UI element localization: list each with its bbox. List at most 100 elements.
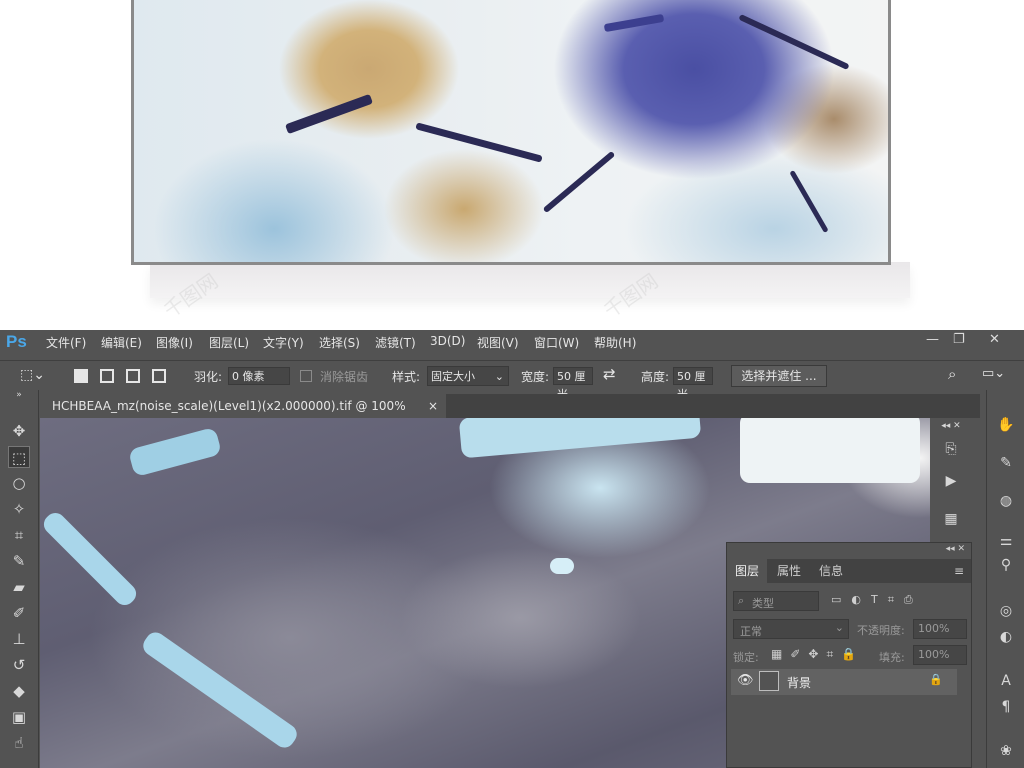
character-icon[interactable]: A xyxy=(995,670,1017,692)
tab-info[interactable]: 信息 xyxy=(811,559,851,583)
lock-icon: 🔒 xyxy=(929,673,943,686)
menubar: Ps 文件(F) 编辑(E) 图像(I) 图层(L) 文字(Y) 选择(S) 滤… xyxy=(0,330,1024,354)
height-input[interactable]: 50 厘米 xyxy=(673,367,713,401)
artwork-branch xyxy=(415,122,543,163)
fill-label: 填充: xyxy=(879,651,905,664)
subtract-selection-icon[interactable] xyxy=(126,369,140,383)
history-brush-tool[interactable]: ↺ xyxy=(8,654,30,676)
restore-button[interactable]: ❐ xyxy=(953,332,965,347)
artwork-preview: 千图网 千图网 xyxy=(0,0,1024,330)
tab-properties[interactable]: 属性 xyxy=(769,559,809,583)
color-palette-icon[interactable]: ◍ xyxy=(995,490,1017,512)
menu-filter[interactable]: 滤镜(T) xyxy=(375,334,416,351)
actions-icon[interactable]: ▶ xyxy=(940,470,962,492)
height-label: 高度: xyxy=(641,370,670,384)
eyedropper-tool[interactable]: ✎ xyxy=(8,550,30,572)
layer-row[interactable]: 👁 背景 🔒 xyxy=(731,669,957,695)
opacity-input[interactable]: 100% xyxy=(913,619,967,639)
eye-icon[interactable]: 👁 xyxy=(737,673,754,688)
lasso-tool[interactable]: ○ xyxy=(8,472,30,494)
search-icon[interactable]: ⌕ xyxy=(948,365,956,383)
menu-file[interactable]: 文件(F) xyxy=(46,334,86,351)
document-tab-bar: HCHBEAA_mz(noise_scale)(Level1)(x2.00000… xyxy=(40,394,980,437)
menu-image[interactable]: 图像(I) xyxy=(156,334,193,351)
fill-input[interactable]: 100% xyxy=(913,645,967,665)
canvas-texture xyxy=(458,418,702,459)
frame-shadow xyxy=(150,262,910,298)
filter-icons[interactable]: ▭◐T⌗⎙ xyxy=(831,593,923,607)
panel-collapse-icon[interactable]: ◂◂ ✕ xyxy=(946,544,965,554)
marquee-tool[interactable]: ⬚ xyxy=(8,446,30,468)
magic-wand-tool[interactable]: ✧ xyxy=(8,498,30,520)
artwork-branch xyxy=(603,13,665,33)
swap-icon[interactable]: ⇄ xyxy=(603,365,616,383)
paths-icon[interactable]: ◐ xyxy=(995,626,1017,648)
collapse-icon[interactable]: » xyxy=(8,390,30,400)
clone-stamp-tool[interactable]: ⊥ xyxy=(8,628,30,650)
healing-brush-tool[interactable]: ▰ xyxy=(8,576,30,598)
close-tab-icon[interactable]: × xyxy=(428,394,438,418)
eraser-tool[interactable]: ◆ xyxy=(8,680,30,702)
framed-artwork xyxy=(131,0,891,265)
menu-help[interactable]: 帮助(H) xyxy=(594,334,636,351)
feather-input[interactable]: 0 像素 xyxy=(228,367,290,385)
artwork-branch xyxy=(789,169,829,234)
select-and-mask-button[interactable]: 选择并遮住 ... xyxy=(731,365,827,387)
artwork-branch xyxy=(285,93,373,135)
canvas-texture xyxy=(139,628,301,752)
swatches-icon[interactable]: ▦ xyxy=(940,508,962,530)
add-selection-icon[interactable] xyxy=(100,369,114,383)
adjustments-icon[interactable]: ⚌ xyxy=(995,530,1017,552)
document-tab[interactable]: HCHBEAA_mz(noise_scale)(Level1)(x2.00000… xyxy=(40,394,446,437)
layer-filter-select[interactable]: ⌕ 类型 xyxy=(733,591,819,611)
canvas-texture xyxy=(740,418,920,483)
menu-layer[interactable]: 图层(L) xyxy=(209,334,249,351)
artwork-branch xyxy=(542,150,616,214)
intersect-selection-icon[interactable] xyxy=(152,369,166,383)
antialias-label: 消除锯齿 xyxy=(320,370,369,384)
style-label: 样式: xyxy=(392,370,421,384)
chevron-down-icon: ⌄ xyxy=(834,621,844,634)
brush-preset-icon[interactable]: ✋ xyxy=(995,414,1017,436)
right-dock: ✋ ✎ ◍ ⚌ ⚲ ◎ ◐ A ¶ ❀ xyxy=(986,390,1024,768)
menu-view[interactable]: 视图(V) xyxy=(477,334,519,351)
canvas-texture xyxy=(40,508,141,610)
brush-settings-icon[interactable]: ✎ xyxy=(995,452,1017,474)
menu-edit[interactable]: 编辑(E) xyxy=(101,334,142,351)
filter-type-label: 类型 xyxy=(752,597,774,610)
antialias-checkbox[interactable] xyxy=(300,370,312,382)
close-button[interactable]: ✕ xyxy=(989,332,1000,347)
layer-name: 背景 xyxy=(787,676,812,690)
paragraph-icon[interactable]: ¶ xyxy=(995,696,1017,718)
tab-layers[interactable]: 图层 xyxy=(727,559,767,583)
crop-tool[interactable]: ⌗ xyxy=(8,524,30,546)
gradient-tool[interactable]: ▣ xyxy=(8,706,30,728)
marquee-preset-icon[interactable]: ⬚⌄ xyxy=(20,367,45,383)
menu-3d[interactable]: 3D(D) xyxy=(430,334,465,348)
menu-window[interactable]: 窗口(W) xyxy=(534,334,579,351)
channels-icon[interactable]: ◎ xyxy=(995,600,1017,622)
blend-mode-value: 正常 xyxy=(740,625,762,638)
move-tool[interactable]: ✥ xyxy=(8,420,30,442)
minimize-button[interactable]: — xyxy=(926,332,939,347)
lock-label: 锁定: xyxy=(733,651,759,664)
lock-icons[interactable]: ▦✐✥⌗🔒 xyxy=(771,647,864,662)
libraries-icon[interactable]: ❀ xyxy=(995,740,1017,762)
width-input[interactable]: 50 厘米 xyxy=(553,367,593,401)
history-icon[interactable]: ⎘ xyxy=(940,438,962,460)
brush-tool[interactable]: ✐ xyxy=(8,602,30,624)
canvas-texture xyxy=(550,558,574,574)
photoshop-logo: Ps xyxy=(6,332,27,351)
panel-menu-icon[interactable]: ≡ xyxy=(951,559,967,583)
tool-presets-icon[interactable]: ⚲ xyxy=(995,554,1017,576)
layers-panel-tabs: 图层 属性 信息 ≡ xyxy=(727,559,971,583)
smudge-tool[interactable]: ☝ xyxy=(8,732,30,754)
menu-type[interactable]: 文字(Y) xyxy=(263,334,304,351)
workspace-icon[interactable]: ▭⌄ xyxy=(982,366,1005,381)
menu-select[interactable]: 选择(S) xyxy=(319,334,360,351)
blend-mode-select[interactable]: 正常 ⌄ xyxy=(733,619,849,639)
new-selection-icon[interactable] xyxy=(74,369,88,383)
expand-icon[interactable]: ◂◂ ✕ xyxy=(940,420,962,432)
style-select[interactable]: 固定大小 ⌄ xyxy=(427,366,509,386)
options-bar: ⬚⌄ 羽化: 0 像素 消除锯齿 样式: 固定大小 ⌄ 宽度: 50 厘米 ⇄ 高… xyxy=(0,360,1024,401)
